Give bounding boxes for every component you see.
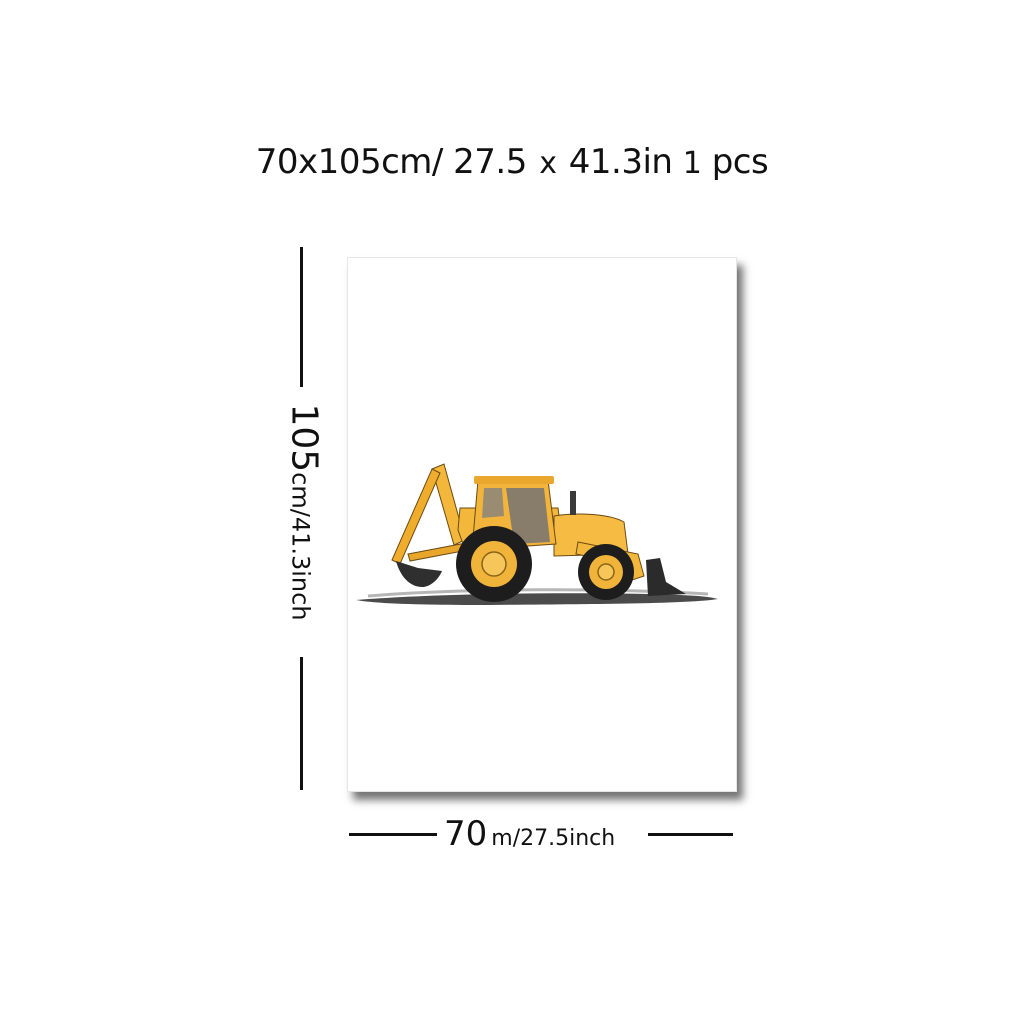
times-sign: x	[539, 146, 557, 181]
width-unit: m/27.5inch	[491, 826, 616, 851]
size-cm-text: 70x105cm/	[255, 142, 444, 182]
cab-roof	[474, 476, 554, 484]
backhoe-loader-illustration	[356, 463, 718, 605]
rear-hub	[481, 551, 507, 577]
exhaust-pipe	[570, 491, 576, 515]
cab-window-rear	[482, 488, 504, 518]
height-value: 105	[283, 403, 325, 473]
size-title: 70x105cm/ 27.5 x 41.3in 1 pcs	[0, 140, 1024, 186]
height-dimension-line-bottom	[300, 657, 303, 790]
width-dimension-label: 70 m/27.5inch	[444, 814, 615, 859]
size-in-height-text: 41.3in	[568, 142, 673, 182]
size-in-width-text: 27.5	[453, 142, 527, 182]
front-hub	[597, 563, 615, 581]
backhoe-bucket	[396, 561, 442, 588]
height-dimension-label: 105cm/41.3inch	[284, 403, 325, 621]
width-value: 70	[444, 814, 488, 854]
height-unit: cm/41.3inch	[286, 472, 315, 621]
quantity-number: 1	[682, 146, 702, 181]
loader-bucket	[646, 558, 686, 596]
height-dimension-line-top	[300, 247, 303, 387]
quantity-unit: pcs	[711, 142, 769, 182]
width-dimension-line-left	[349, 833, 437, 836]
product-image: 70x105cm/ 27.5 x 41.3in 1 pcs 105cm/41.3…	[0, 0, 1024, 1024]
canvas-print	[347, 257, 737, 792]
width-dimension-line-right	[648, 833, 733, 836]
